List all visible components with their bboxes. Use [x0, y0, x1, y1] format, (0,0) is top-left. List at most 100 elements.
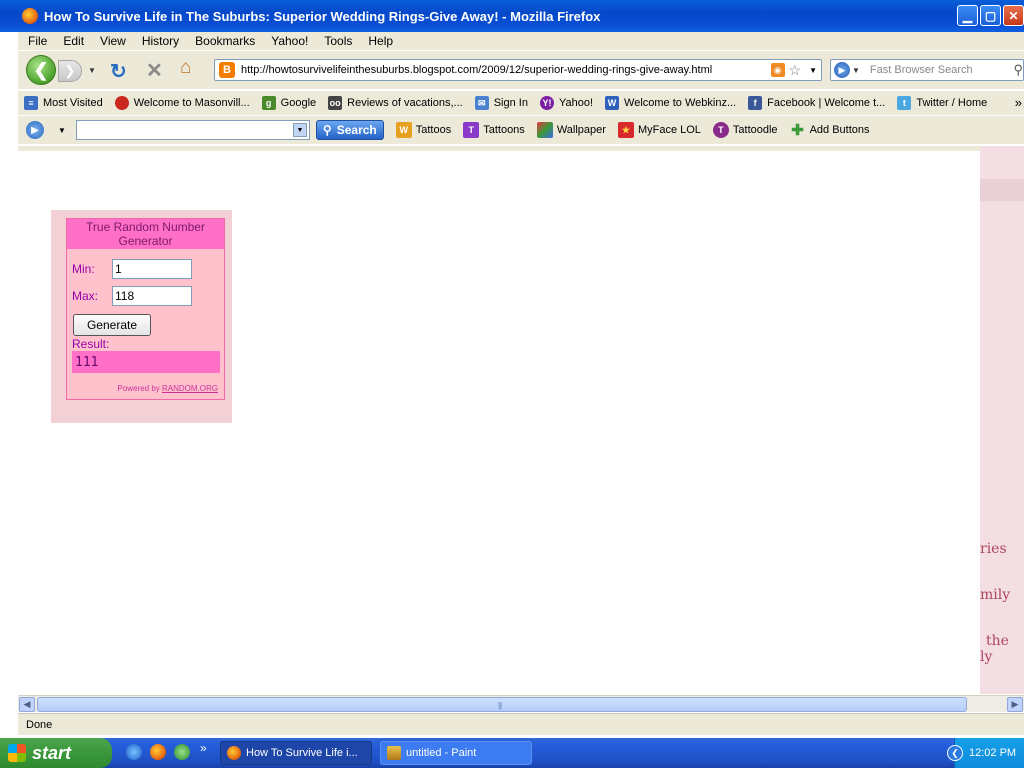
twitter-icon: t — [897, 96, 912, 110]
bookmark-most-visited[interactable]: ≡ Most Visited — [24, 96, 103, 110]
menu-history[interactable]: History — [142, 34, 179, 48]
paint-icon — [387, 746, 401, 760]
stop-icon[interactable]: ✕ — [146, 58, 163, 83]
search-engine-icon[interactable]: ▶ — [834, 62, 850, 78]
window-title: How To Survive Life in The Suburbs: Supe… — [44, 8, 601, 24]
status-text: Done — [26, 718, 53, 731]
quicklaunch-overflow-icon[interactable]: » — [200, 741, 207, 755]
menu-view[interactable]: View — [100, 34, 126, 48]
search-input[interactable]: Fast Browser Search — [870, 64, 1014, 76]
menu-help[interactable]: Help — [368, 34, 393, 48]
bookmarks-overflow-icon[interactable]: » — [1015, 95, 1022, 110]
blog-header-bar — [980, 179, 1024, 201]
rng-min-label: Min: — [72, 262, 95, 276]
menu-bar: File Edit View History Bookmarks Yahoo! … — [18, 32, 1024, 50]
menu-tools[interactable]: Tools — [324, 34, 352, 48]
clock: 12:02 PM — [969, 747, 1017, 759]
yahoo-search-button[interactable]: ⚲ Search — [315, 120, 384, 140]
bookmark-reviews[interactable]: oo Reviews of vacations,... — [328, 96, 463, 110]
rng-result-label: Result: — [72, 337, 110, 351]
yahoo-search-dropdown-icon[interactable]: ▼ — [292, 123, 307, 137]
media-player-icon[interactable] — [174, 744, 190, 760]
horizontal-scrollbar[interactable]: ◀ ||| ▶ — [18, 695, 1024, 712]
bookmarks-toolbar: ≡ Most Visited Welcome to Masonvill... g… — [18, 91, 1024, 115]
reload-icon[interactable]: ↻ — [110, 59, 127, 84]
random-org-link[interactable]: RANDOM.ORG — [162, 384, 218, 393]
url-bar[interactable]: B http://howtosurvivelifeinthesuburbs.bl… — [214, 59, 822, 81]
blogger-favicon-icon: B — [219, 62, 235, 78]
tray-expand-icon[interactable]: ❮ — [947, 745, 963, 761]
rng-result-value: 111 — [72, 351, 220, 373]
taskbar-paint-window[interactable]: untitled - Paint — [380, 741, 532, 765]
yahoo-toolbar-menu-icon[interactable]: ▶ — [26, 121, 44, 139]
bookmark-google[interactable]: g Google — [261, 96, 316, 110]
rng-widget: True Random Number Generator Min: 1 Max:… — [66, 218, 225, 400]
url-dropdown-icon[interactable]: ▼ — [809, 66, 817, 75]
bookmark-sign-in[interactable]: ✉ Sign In — [474, 96, 528, 110]
plus-icon: ✚ — [791, 122, 804, 139]
google-icon: g — [261, 96, 276, 110]
rng-powered-by: Powered by RANDOM.ORG — [117, 384, 218, 393]
system-tray: ❮ 12:02 PM — [947, 738, 1024, 768]
rng-title: True Random Number Generator — [67, 219, 224, 249]
url-text[interactable]: http://howtosurvivelifeinthesuburbs.blog… — [241, 64, 771, 76]
rng-min-row: Min: 1 — [72, 259, 192, 279]
rng-max-label: Max: — [72, 289, 99, 303]
blog-background — [980, 146, 1024, 694]
menu-bookmarks[interactable]: Bookmarks — [195, 34, 255, 48]
page-content: ries mily the ly True Random Number Gene… — [18, 146, 1024, 694]
engine-dropdown-icon[interactable]: ▼ — [852, 66, 860, 75]
blog-text-fragment: ries — [980, 541, 1007, 557]
firefox-quicklaunch-icon[interactable] — [150, 744, 166, 760]
tattoodle-icon: T — [712, 122, 729, 138]
start-button[interactable]: start — [0, 738, 112, 768]
search-bar[interactable]: ▶ ▼ Fast Browser Search ⚲ — [830, 59, 1024, 81]
maximize-button[interactable]: ▢ — [980, 5, 1001, 26]
windows-logo-icon — [8, 744, 26, 762]
msn-icon: ✉ — [474, 96, 489, 110]
bookmark-star-icon[interactable]: ☆ — [789, 62, 802, 79]
toolbar-tattoodle[interactable]: T Tattoodle — [712, 122, 778, 138]
rss-icon[interactable]: ◉ — [770, 63, 785, 77]
home-icon[interactable]: ⌂ — [180, 57, 191, 79]
grip-icon: ||| — [498, 701, 502, 710]
firefox-icon — [22, 8, 38, 24]
minimize-button[interactable]: ▁ — [957, 5, 978, 26]
toolbar-myface-lol[interactable]: ★ MyFace LOL — [617, 122, 701, 138]
tattoos-icon: W — [395, 122, 412, 138]
rng-min-input[interactable]: 1 — [112, 259, 192, 279]
toolbar-add-buttons[interactable]: ✚ Add Buttons — [790, 122, 869, 139]
toolbar-tattoos[interactable]: W Tattoos — [395, 122, 451, 138]
menu-yahoo[interactable]: Yahoo! — [271, 34, 308, 48]
yahoo-search-input[interactable]: ▼ — [75, 120, 310, 140]
menu-edit[interactable]: Edit — [63, 34, 84, 48]
search-icon: ⚲ — [322, 123, 332, 137]
scroll-thumb[interactable]: ||| — [37, 697, 967, 712]
internet-explorer-icon[interactable] — [126, 744, 142, 760]
history-dropdown-icon[interactable]: ▼ — [88, 66, 96, 75]
bookmark-facebook[interactable]: f Facebook | Welcome t... — [748, 96, 885, 110]
scroll-right-button[interactable]: ▶ — [1007, 697, 1023, 712]
blog-text-fragment: the — [986, 633, 1009, 649]
yahoo-toolbar-dropdown-icon[interactable]: ▼ — [58, 126, 66, 135]
close-button[interactable]: ✕ — [1003, 5, 1024, 26]
generate-button[interactable]: Generate — [73, 314, 151, 336]
toolbar-tattoons[interactable]: T Tattoons — [463, 122, 525, 138]
menu-file[interactable]: File — [28, 34, 47, 48]
bookmark-webkinz[interactable]: W Welcome to Webkinz... — [605, 96, 736, 110]
scroll-left-button[interactable]: ◀ — [19, 697, 35, 712]
forward-button[interactable]: ❯ — [58, 60, 82, 82]
taskbar-firefox-window[interactable]: How To Survive Life i... — [220, 741, 372, 765]
toolbar-wallpaper[interactable]: Wallpaper — [536, 122, 606, 138]
navigation-toolbar: ❮ ❯ ▼ ↻ ✕ ⌂ B http://howtosurvivelifeint… — [18, 51, 1024, 89]
bookmark-twitter[interactable]: t Twitter / Home — [897, 96, 987, 110]
bookmark-yahoo[interactable]: Y! Yahoo! — [539, 96, 593, 110]
bookmark-masonville[interactable]: Welcome to Masonvill... — [114, 96, 250, 110]
tattoons-icon: T — [463, 122, 480, 138]
search-icon[interactable]: ⚲ — [1013, 62, 1023, 78]
rng-max-input[interactable]: 118 — [112, 286, 192, 306]
back-button[interactable]: ❮ — [26, 55, 56, 85]
firefox-icon — [227, 746, 241, 760]
facebook-icon: f — [748, 96, 763, 110]
wallpaper-icon — [536, 122, 553, 138]
